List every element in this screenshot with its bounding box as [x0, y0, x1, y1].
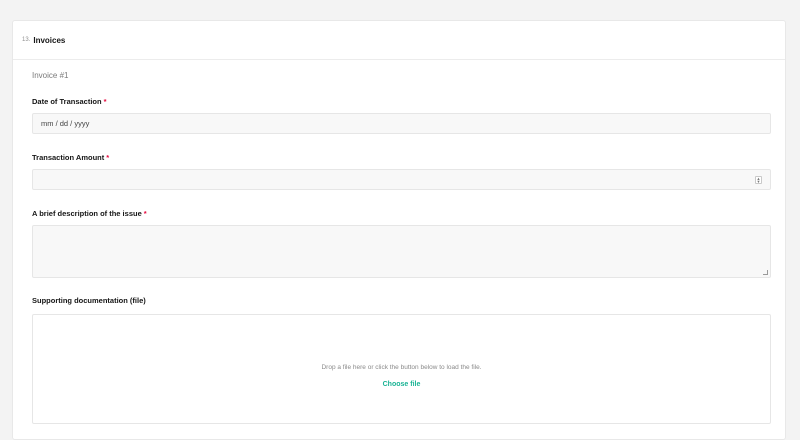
date-input[interactable]: mm / dd / yyyy — [32, 113, 771, 134]
amount-question-title: Transaction Amount * — [32, 153, 769, 163]
invoice-label: Invoice #1 — [32, 71, 69, 80]
number-spinner-icon[interactable]: ▲ ▼ — [755, 176, 762, 184]
documentation-question-label: Supporting documentation (file) — [32, 296, 146, 305]
amount-question-label: Transaction Amount — [32, 153, 105, 162]
choose-file-button[interactable]: Choose file — [383, 381, 421, 388]
question-number: 13. — [22, 37, 31, 43]
date-question-label: Date of Transaction — [32, 97, 102, 106]
date-question-title: Date of Transaction * — [32, 97, 769, 107]
spin-down-icon[interactable]: ▼ — [757, 180, 761, 184]
drop-zone-text: Drop a file here or click the button bel… — [321, 364, 482, 371]
panel-body: Invoice #1 Date of Transaction * mm / dd … — [13, 71, 785, 424]
date-input-placeholder: mm / dd / yyyy — [41, 119, 90, 128]
invoices-panel: 13. Invoices Invoice #1 Date of Transact… — [12, 20, 786, 440]
required-marker: * — [143, 209, 147, 218]
required-marker: * — [106, 153, 110, 162]
file-drop-zone[interactable]: Drop a file here or click the button bel… — [32, 314, 771, 424]
panel-header: 13. Invoices — [13, 21, 785, 60]
required-marker: * — [103, 97, 107, 106]
documentation-question-title: Supporting documentation (file) — [32, 296, 769, 306]
amount-input[interactable]: ▲ ▼ — [32, 169, 771, 190]
description-question-title: A brief description of the issue * — [32, 209, 769, 219]
resize-handle-icon[interactable] — [763, 270, 768, 275]
description-question-label: A brief description of the issue — [32, 209, 142, 218]
description-textarea[interactable] — [32, 225, 771, 278]
panel-title: Invoices — [33, 35, 66, 45]
